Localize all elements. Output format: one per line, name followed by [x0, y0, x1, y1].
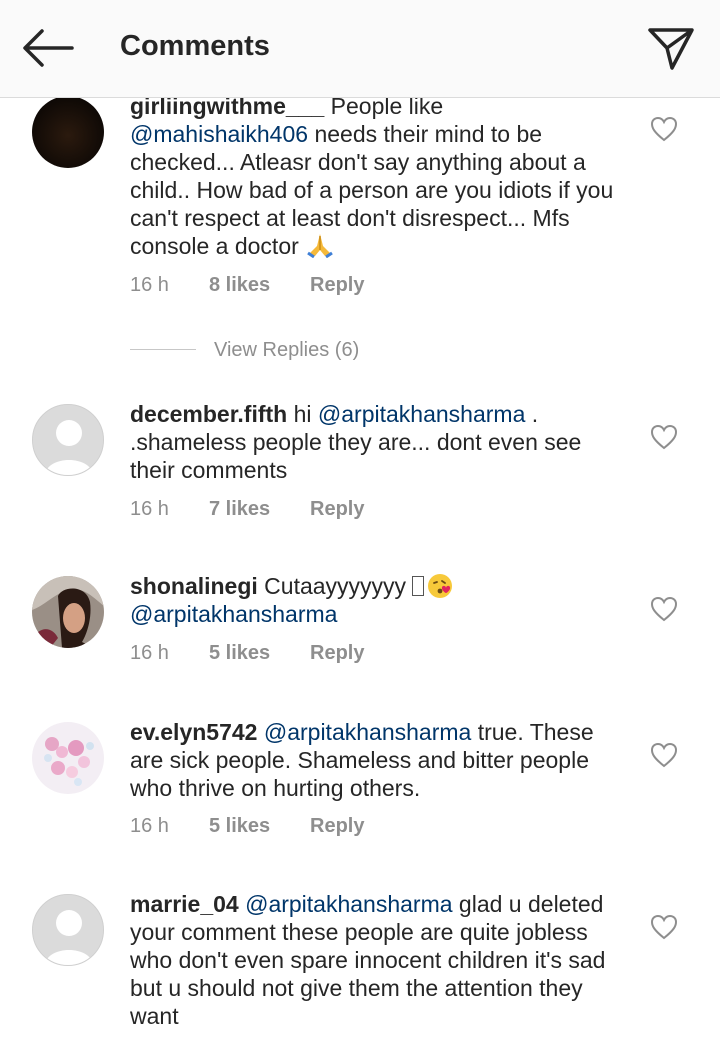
- avatar[interactable]: [32, 894, 104, 966]
- comment-mention[interactable]: @arpitakhansharma: [245, 891, 452, 917]
- comment-likes[interactable]: 7 likes: [209, 496, 270, 522]
- comment-time: 16 h: [130, 498, 169, 520]
- avatar[interactable]: [32, 404, 104, 476]
- page-title: Comments: [120, 30, 270, 62]
- avatar[interactable]: [32, 98, 104, 168]
- heart-icon[interactable]: [650, 914, 678, 940]
- top-bar: Comments: [0, 0, 720, 98]
- heart-icon[interactable]: [650, 742, 678, 768]
- comments-list[interactable]: girliingwithme___ People like @mahishaik…: [0, 98, 720, 1052]
- comment-username[interactable]: december.fifth: [130, 401, 287, 427]
- folded-hands-emoji: [305, 232, 335, 259]
- heart-icon[interactable]: [650, 596, 678, 622]
- comment-mention[interactable]: @mahishaikh406: [130, 121, 308, 147]
- comment-likes[interactable]: 8 likes: [209, 272, 270, 298]
- comment-username[interactable]: girliingwithme___: [130, 98, 324, 119]
- back-arrow-icon[interactable]: [20, 26, 74, 70]
- comment-mention[interactable]: @arpitakhansharma: [318, 401, 525, 427]
- comment-text: december.fifth hi @arpitakhansharma . .s…: [130, 400, 620, 484]
- reply-button[interactable]: Reply: [310, 813, 364, 839]
- reply-button[interactable]: Reply: [310, 272, 364, 298]
- direct-send-icon[interactable]: [646, 22, 696, 72]
- comment-text-part: hi: [287, 401, 318, 427]
- comment-text-part: People like: [324, 98, 444, 119]
- missing-glyph-icon: [412, 576, 425, 596]
- kissing-face-emoji: [426, 572, 454, 600]
- comment-likes[interactable]: 5 likes: [209, 640, 270, 666]
- comment-mention[interactable]: @arpitakhansharma: [130, 601, 337, 627]
- comment-time: 16 h: [130, 642, 169, 664]
- comment-text: girliingwithme___ People like @mahishaik…: [130, 98, 620, 260]
- comment-text: marrie_04 @arpitakhansharma glad u delet…: [130, 890, 620, 1030]
- view-replies-link[interactable]: View Replies (6): [214, 336, 359, 364]
- heart-icon[interactable]: [650, 116, 678, 142]
- reply-button[interactable]: Reply: [310, 496, 364, 522]
- comment-username[interactable]: shonalinegi: [130, 573, 258, 599]
- comment-text: ev.elyn5742 @arpitakhansharma true. Thes…: [130, 718, 620, 802]
- divider: [130, 349, 196, 350]
- comment-time: 16 h: [130, 274, 169, 296]
- comment-text: shonalinegi Cutaayyyyyyy @arpitakhanshar…: [130, 572, 620, 628]
- comment-username[interactable]: marrie_04: [130, 891, 239, 917]
- avatar[interactable]: [32, 576, 104, 648]
- comment-username[interactable]: ev.elyn5742: [130, 719, 257, 745]
- comment-likes[interactable]: 5 likes: [209, 813, 270, 839]
- comment-mention[interactable]: @arpitakhansharma: [264, 719, 471, 745]
- reply-button[interactable]: Reply: [310, 640, 364, 666]
- heart-icon[interactable]: [650, 424, 678, 450]
- avatar[interactable]: [32, 722, 104, 794]
- comment-time: 16 h: [130, 815, 169, 837]
- comment-text-part: Cutaayyyyyyy: [257, 573, 413, 599]
